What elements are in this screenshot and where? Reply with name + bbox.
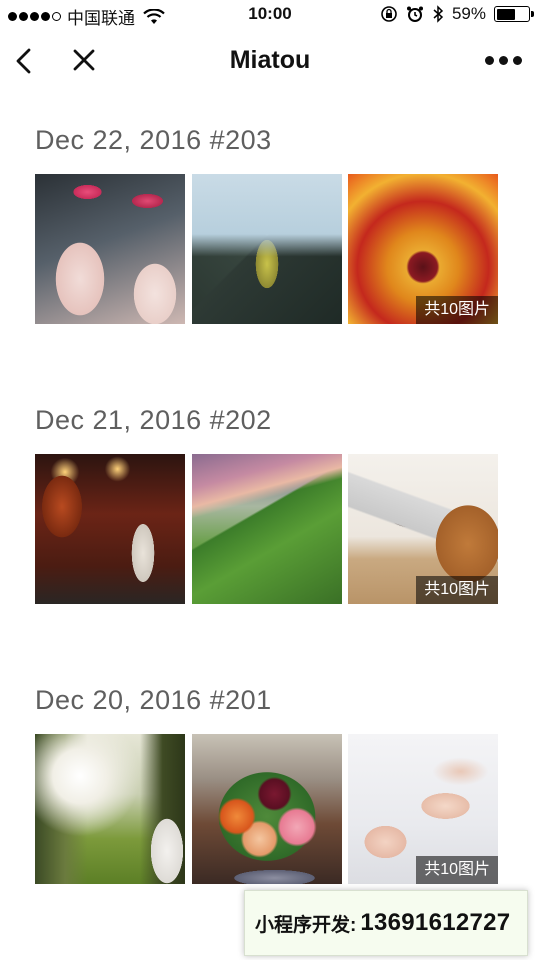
- battery-percent: 59%: [451, 4, 486, 23]
- alarm-icon: [406, 6, 423, 22]
- photo-thumbnail[interactable]: [35, 734, 185, 884]
- promo-banner: 小程序开发: 13691612727: [244, 890, 528, 956]
- status-right: 59%: [380, 4, 534, 24]
- photo-thumbnail[interactable]: [192, 734, 342, 884]
- close-icon[interactable]: [70, 46, 98, 76]
- more-dots-icon[interactable]: [485, 56, 522, 65]
- battery-icon: [494, 6, 534, 22]
- photo-thumbnail[interactable]: [35, 174, 185, 324]
- photo-count-badge: 共10图片: [416, 856, 498, 884]
- photo-grid: 共10图片: [35, 734, 505, 884]
- photo-thumbnail[interactable]: 共10图片: [348, 454, 498, 604]
- promo-phone: 13691612727: [360, 909, 511, 936]
- photo-count-badge: 共10图片: [416, 576, 498, 604]
- photo-grid: 共10图片: [35, 174, 505, 324]
- post-section: Dec 22, 2016 #203 共10图片: [35, 120, 505, 324]
- chevron-left-icon[interactable]: [12, 46, 36, 76]
- photo-thumbnail[interactable]: [192, 174, 342, 324]
- photo-count-badge: 共10图片: [416, 296, 498, 324]
- promo-label: 小程序开发:: [255, 914, 357, 936]
- battery-fill: [496, 8, 515, 20]
- rotation-lock-icon: [381, 6, 397, 22]
- section-title[interactable]: Dec 21, 2016 #202: [35, 400, 505, 440]
- section-title[interactable]: Dec 22, 2016 #203: [35, 120, 505, 160]
- post-section: Dec 21, 2016 #202 共10图片: [35, 400, 505, 604]
- section-title[interactable]: Dec 20, 2016 #201: [35, 680, 505, 720]
- post-section: Dec 20, 2016 #201 共10图片: [35, 680, 505, 884]
- photo-thumbnail[interactable]: [192, 454, 342, 604]
- photo-thumbnail[interactable]: 共10图片: [348, 174, 498, 324]
- nav-bar: Miatou: [0, 30, 540, 92]
- status-bar: 中国联通 10:00 59%: [0, 0, 540, 30]
- photo-grid: 共10图片: [35, 454, 505, 604]
- bluetooth-icon: [433, 5, 444, 23]
- photo-thumbnail[interactable]: [35, 454, 185, 604]
- photo-thumbnail[interactable]: 共10图片: [348, 734, 498, 884]
